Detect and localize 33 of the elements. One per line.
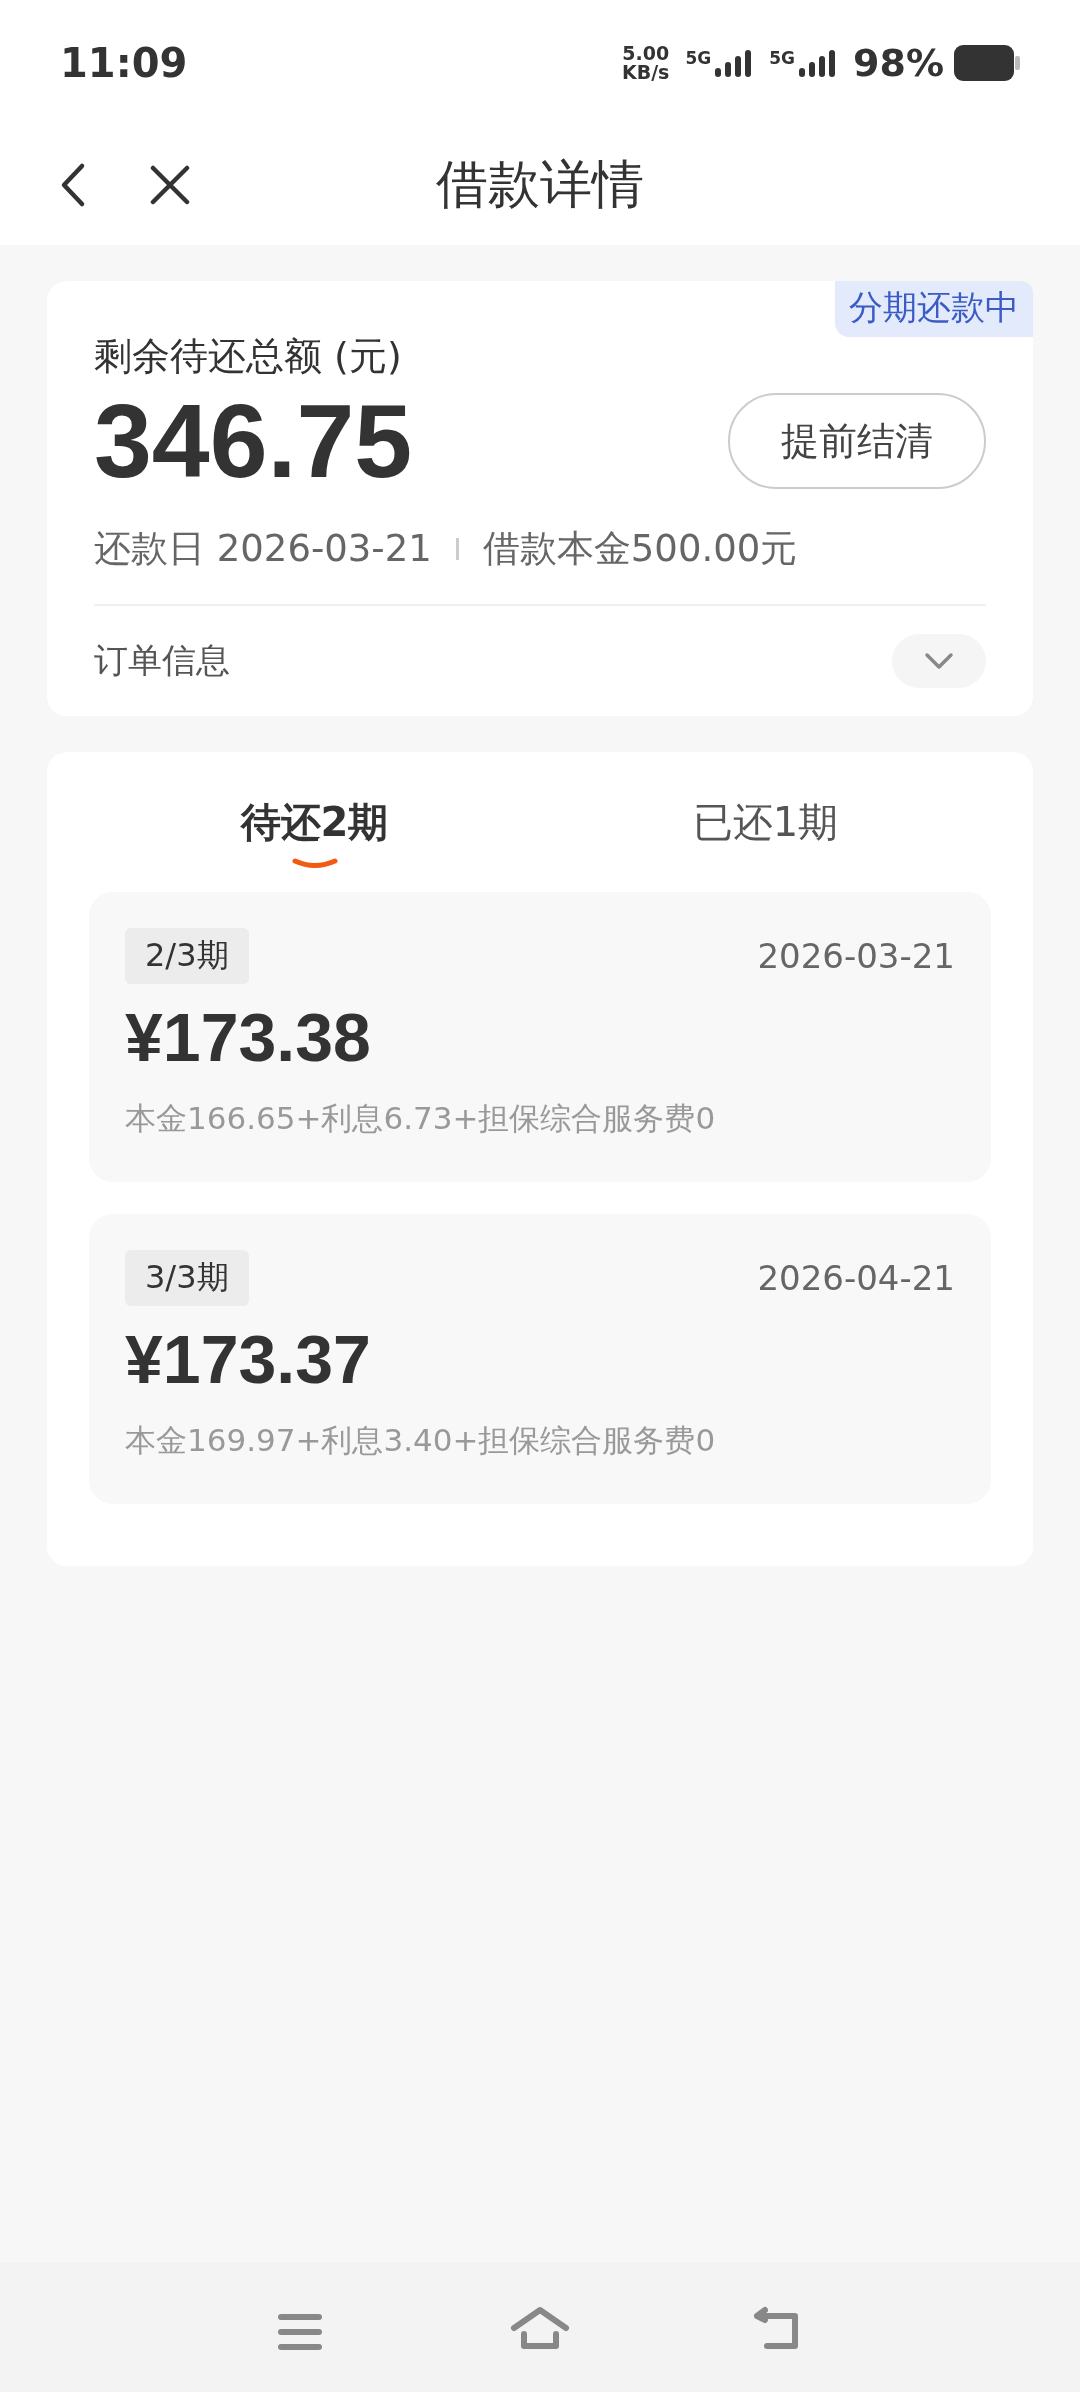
due-date: 2026-03-21	[757, 936, 955, 977]
close-icon	[150, 165, 190, 205]
home-icon	[510, 2306, 570, 2352]
network-type: 5G	[685, 47, 712, 68]
remaining-label: 剩余待还总额 (元)	[94, 333, 402, 380]
close-button[interactable]	[150, 165, 190, 205]
payoff-button[interactable]: 提前结清	[728, 393, 986, 490]
period-tag: 2/3期	[125, 928, 249, 985]
due-date: 2026-04-21	[757, 1258, 955, 1299]
home-button[interactable]	[510, 2306, 570, 2352]
menu-button[interactable]	[277, 2312, 323, 2352]
clock: 11:09	[60, 39, 189, 86]
menu-icon	[277, 2312, 323, 2352]
speed-value: 5.00	[622, 43, 670, 63]
page-title: 借款详情	[436, 154, 644, 214]
speed-unit: KB/s	[621, 62, 670, 82]
status-badge: 分期还款中	[835, 281, 1033, 337]
tab[interactable]: 已还1期	[540, 752, 991, 893]
due-date: 还款日 2026-03-21	[94, 526, 432, 573]
battery-icon	[954, 44, 1020, 81]
installment-amount: ¥173.37	[125, 1320, 372, 1399]
remaining-amount: 346.75	[94, 384, 413, 499]
tab-indicator	[291, 858, 338, 871]
order-info-label: 订单信息	[94, 639, 230, 683]
period-tag: 3/3期	[125, 1250, 249, 1307]
amount-breakdown: 本金166.65+利息6.73+担保综合服务费0	[125, 1099, 717, 1139]
installment-amount: ¥173.38	[125, 998, 372, 1077]
chevron-down-icon	[924, 652, 954, 671]
amount-breakdown: 本金169.97+利息3.40+担保综合服务费0	[125, 1421, 717, 1461]
network-type: 5G	[769, 47, 796, 68]
battery-level: 98%	[853, 40, 944, 85]
loan-principal: 借款本金500.00元	[482, 526, 798, 573]
tab[interactable]: 待还2期	[89, 752, 540, 893]
